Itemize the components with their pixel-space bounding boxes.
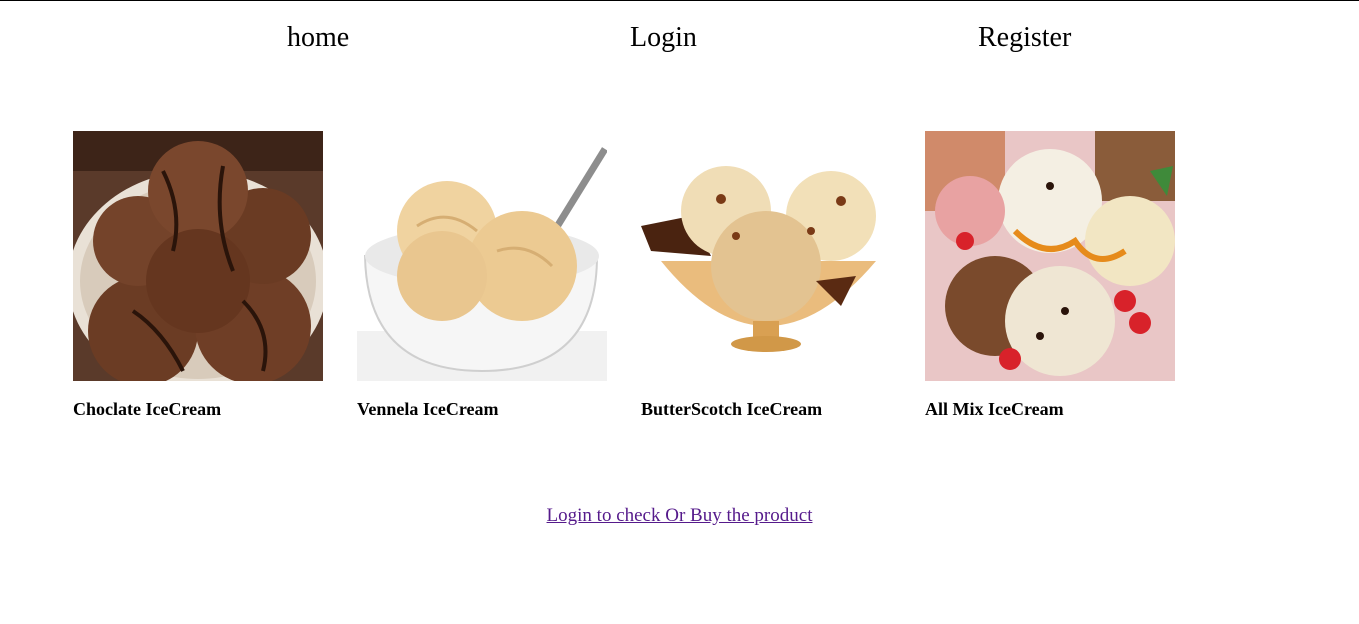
product-card-vanilla: Vennela IceCream: [357, 131, 607, 420]
product-card-all-mix: All Mix IceCream: [925, 131, 1175, 420]
login-to-buy-link[interactable]: Login to check Or Buy the product: [547, 505, 813, 526]
product-card-butterscotch: ButterScotch IceCream: [641, 131, 891, 420]
product-grid: Choclate IceCream Vennela IceCream Butte…: [0, 131, 1359, 431]
butterscotch-icecream-image: [641, 131, 891, 381]
mixed-icecream-image: [925, 131, 1175, 381]
nav-link-login[interactable]: Login: [630, 18, 697, 58]
product-name: All Mix IceCream: [925, 399, 1064, 419]
nav-link-register[interactable]: Register: [978, 18, 1071, 58]
product-name: Vennela IceCream: [357, 399, 499, 419]
product-name: ButterScotch IceCream: [641, 399, 823, 419]
chocolate-icecream-image: [73, 131, 323, 381]
top-border: [0, 0, 1359, 1]
login-cta: Login to check Or Buy the product: [0, 505, 1359, 527]
product-card-chocolate: Choclate IceCream: [73, 131, 323, 420]
nav-link-home[interactable]: home: [287, 18, 349, 58]
top-navigation: home Login Register: [0, 18, 1359, 58]
vanilla-icecream-image: [357, 131, 607, 381]
product-name: Choclate IceCream: [73, 399, 222, 419]
